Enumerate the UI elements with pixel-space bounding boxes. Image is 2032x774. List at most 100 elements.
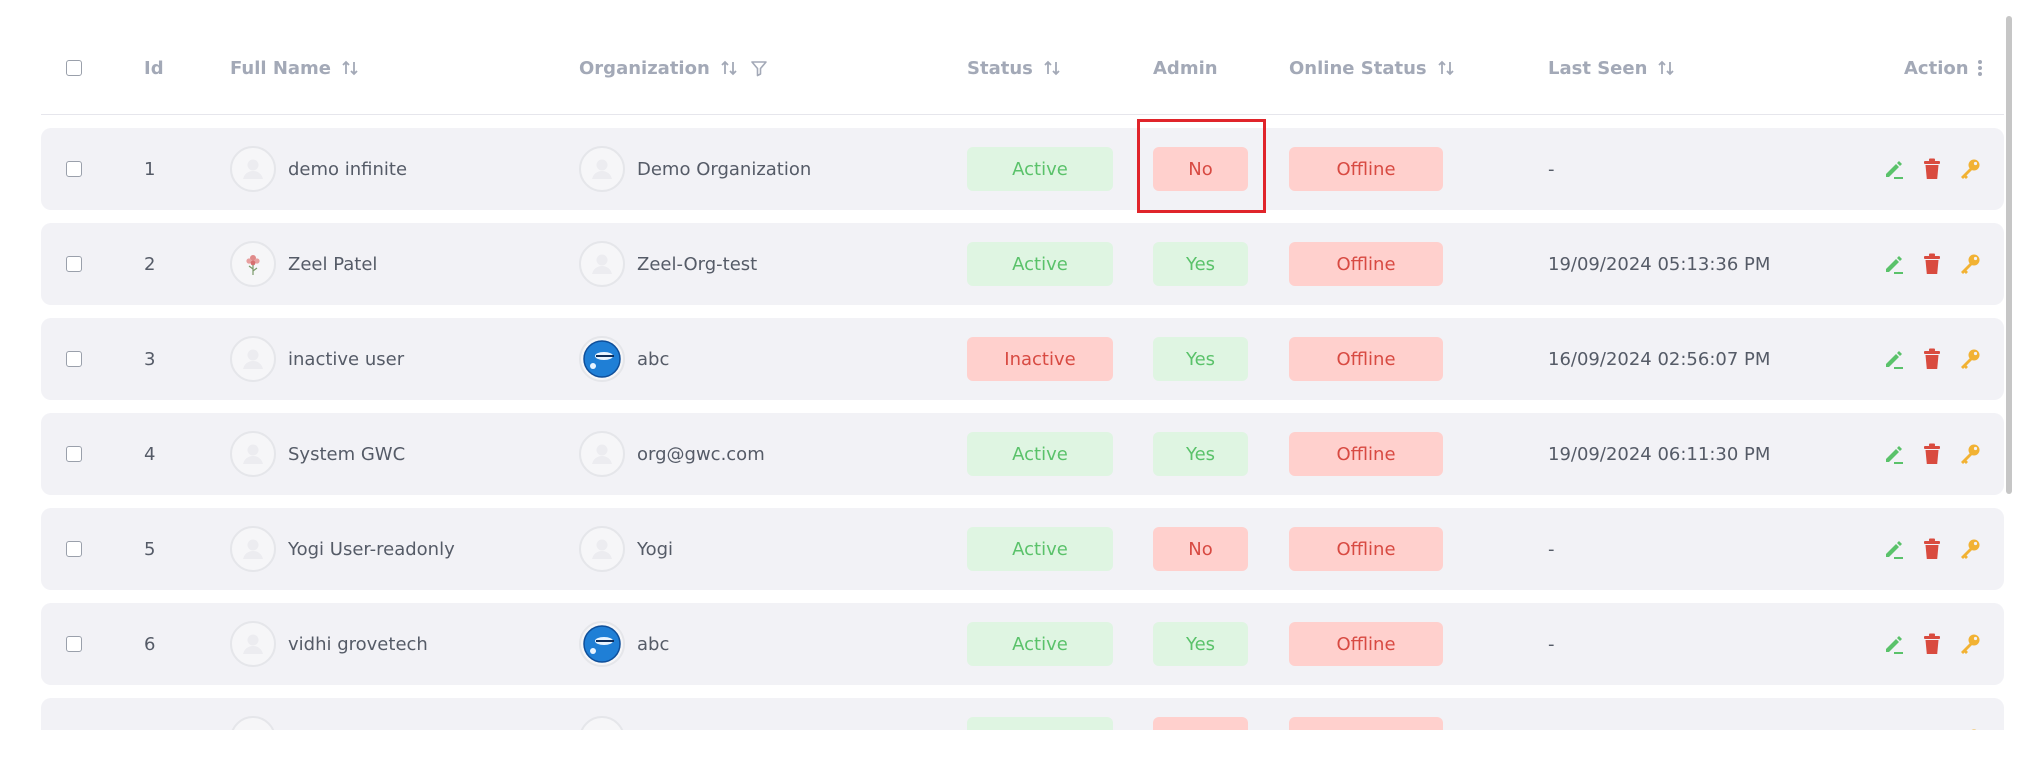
user-name: demo infinite	[288, 158, 408, 180]
row-checkbox[interactable]	[66, 161, 82, 177]
organization-cell: org@gwc.com	[579, 413, 765, 495]
key-icon[interactable]	[1957, 536, 1983, 562]
header-last-seen[interactable]: Last Seen	[1548, 22, 1677, 114]
online-status-badge: Offline	[1289, 622, 1443, 666]
key-icon[interactable]	[1957, 346, 1983, 372]
more-vertical-icon[interactable]	[1977, 59, 1983, 77]
row-id: 1	[144, 158, 156, 180]
header-action-label: Action	[1904, 57, 1969, 79]
select-all-checkbox[interactable]	[66, 60, 82, 76]
org-avatar-blue-bird-icon	[579, 621, 625, 667]
organization-name: Yogi	[637, 538, 674, 560]
organization-name: abc	[637, 633, 670, 655]
user-cell: demo infinite	[230, 128, 407, 210]
pencil-icon[interactable]	[1881, 346, 1907, 372]
filter-icon[interactable]	[748, 57, 770, 79]
key-icon[interactable]	[1957, 251, 1983, 277]
user-avatar-placeholder-icon	[230, 621, 276, 667]
pencil-icon[interactable]	[1881, 726, 1907, 730]
sort-icon[interactable]	[1435, 57, 1457, 79]
header-admin: Admin	[1153, 22, 1218, 114]
online-status-badge: Offline	[1289, 147, 1443, 191]
header-action: Action	[1904, 22, 1983, 114]
org-avatar-placeholder-icon	[579, 241, 625, 287]
users-table: Id Full Name Organization Status Admin O…	[0, 0, 2032, 730]
row-checkbox[interactable]	[66, 351, 82, 367]
row-actions	[1881, 698, 1983, 730]
row-checkbox[interactable]	[66, 636, 82, 652]
org-avatar-placeholder-icon	[579, 146, 625, 192]
status-badge: Inactive	[967, 337, 1113, 381]
online-status-badge: Offline	[1289, 527, 1443, 571]
org-avatar-placeholder-icon	[579, 431, 625, 477]
key-icon[interactable]	[1957, 156, 1983, 182]
header-status[interactable]: Status	[967, 22, 1063, 114]
row-checkbox[interactable]	[66, 446, 82, 462]
header-id-label: Id	[144, 57, 164, 79]
header-admin-label: Admin	[1153, 57, 1218, 79]
header-id[interactable]: Id	[144, 22, 164, 114]
sort-icon[interactable]	[718, 57, 740, 79]
trash-icon[interactable]	[1919, 156, 1945, 182]
trash-icon[interactable]	[1919, 536, 1945, 562]
user-avatar-flower-icon	[230, 241, 276, 287]
org-avatar-blue-bird-icon	[579, 336, 625, 382]
pencil-icon[interactable]	[1881, 251, 1907, 277]
row-id: 4	[144, 443, 156, 465]
trash-icon[interactable]	[1919, 726, 1945, 730]
user-name: Yogi User-readonly	[288, 538, 455, 560]
header-online-status[interactable]: Online Status	[1289, 22, 1457, 114]
key-icon[interactable]	[1957, 726, 1983, 730]
key-icon[interactable]	[1957, 631, 1983, 657]
header-organization[interactable]: Organization	[579, 22, 770, 114]
pencil-icon[interactable]	[1881, 631, 1907, 657]
row-actions	[1881, 318, 1983, 400]
last-seen: 16/09/2024 02:56:07 PM	[1548, 348, 1771, 370]
sort-icon[interactable]	[1041, 57, 1063, 79]
table-row[interactable]: 1 demo infinite Demo Organization Active…	[41, 128, 2004, 210]
trash-icon[interactable]	[1919, 346, 1945, 372]
header-online-status-label: Online Status	[1289, 57, 1427, 79]
table-row[interactable]: 6 vidhi grovetech abc Active Yes Offline…	[41, 603, 2004, 685]
sort-icon[interactable]	[339, 57, 361, 79]
organization-cell: abc	[579, 318, 669, 400]
online-status-badge: Offline	[1289, 432, 1443, 476]
last-seen: -	[1548, 633, 1555, 655]
pencil-icon[interactable]	[1881, 536, 1907, 562]
organization-name: Zeel-Org-test	[637, 253, 758, 275]
pencil-icon[interactable]	[1881, 441, 1907, 467]
pencil-icon[interactable]	[1881, 156, 1907, 182]
table-row[interactable]: 5 Yogi User-readonly Yogi Active No Offl…	[41, 508, 2004, 590]
user-cell: inactive user	[230, 318, 404, 400]
header-full-name-label: Full Name	[230, 57, 331, 79]
header-organization-label: Organization	[579, 57, 710, 79]
table-row[interactable]: 2 Zeel Patel Zeel-Org-test Active Yes Of…	[41, 223, 2004, 305]
table-header: Id Full Name Organization Status Admin O…	[41, 22, 2004, 115]
user-avatar-placeholder-icon	[230, 431, 276, 477]
sort-icon[interactable]	[1655, 57, 1677, 79]
last-seen: -	[1548, 158, 1555, 180]
status-badge: Active	[967, 147, 1113, 191]
header-status-label: Status	[967, 57, 1033, 79]
user-avatar-placeholder-icon	[230, 716, 276, 730]
trash-icon[interactable]	[1919, 631, 1945, 657]
organization-name: abc	[637, 348, 670, 370]
row-checkbox[interactable]	[66, 256, 82, 272]
last-seen: 19/09/2024 05:13:36 PM	[1548, 253, 1771, 275]
status-badge: Active	[967, 242, 1113, 286]
last-seen: 19/09/2024 06:11:30 PM	[1548, 443, 1771, 465]
status-badge: Active	[967, 527, 1113, 571]
trash-icon[interactable]	[1919, 441, 1945, 467]
vertical-scrollbar[interactable]	[2006, 16, 2012, 494]
user-avatar-placeholder-icon	[230, 526, 276, 572]
row-checkbox[interactable]	[66, 541, 82, 557]
row-actions	[1881, 508, 1983, 590]
admin-badge: Yes	[1153, 242, 1248, 286]
table-row[interactable]: 4 System GWC org@gwc.com Active Yes Offl…	[41, 413, 2004, 495]
table-row-partial[interactable]	[41, 698, 2004, 730]
table-row[interactable]: 3 inactive user abc Inactive Yes Offline…	[41, 318, 2004, 400]
header-full-name[interactable]: Full Name	[230, 22, 361, 114]
key-icon[interactable]	[1957, 441, 1983, 467]
admin-badge: Yes	[1153, 622, 1248, 666]
trash-icon[interactable]	[1919, 251, 1945, 277]
